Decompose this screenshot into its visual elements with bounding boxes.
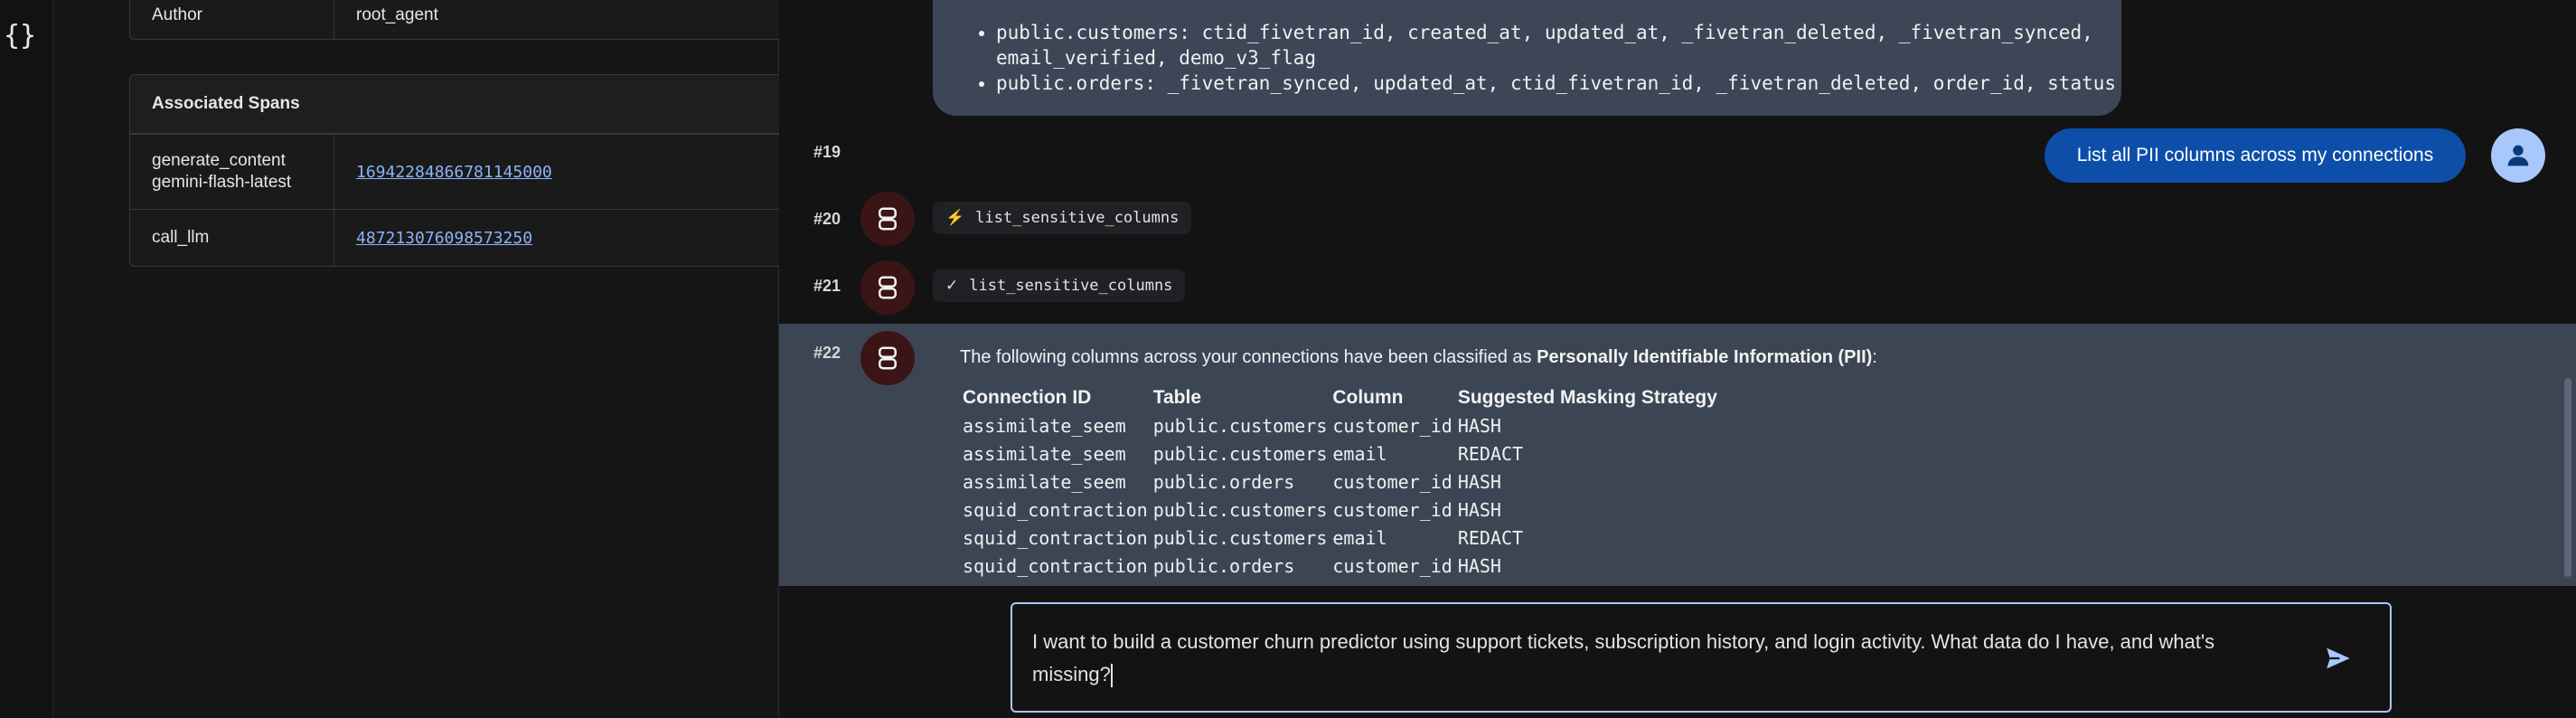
span-id-link[interactable]: 487213076098573250 [356, 229, 532, 248]
send-icon [2327, 647, 2350, 669]
table-header-row: Connection ID Table Column Suggested Mas… [963, 383, 1723, 411]
robot-icon [879, 207, 897, 231]
table-cell: squid_contraction [963, 526, 1148, 549]
details-panel: Author root_agent Associated Spans gener… [53, 0, 811, 718]
function-name: list_sensitive_columns [975, 209, 1180, 227]
span-id-cell: 16942284866781145000 [334, 135, 810, 209]
check-icon: ✓ [945, 277, 959, 294]
user-message-bubble: List all PII columns across my connectio… [2045, 128, 2466, 183]
person-icon [2507, 145, 2529, 166]
json-braces-icon[interactable]: {} [4, 20, 36, 52]
list-item: public.orders: _fivetran_synced, updated… [996, 71, 2121, 96]
scrollbar[interactable] [2564, 378, 2571, 577]
table-cell: public.customers [1152, 526, 1328, 549]
pii-table: Connection ID Table Column Suggested Mas… [963, 383, 1723, 580]
table-cell: assimilate_seem [963, 470, 1126, 493]
table-cell: REDACT [1457, 442, 1524, 465]
function-name: list_sensitive_columns [969, 277, 1173, 295]
info-row-author: Author root_agent [130, 0, 810, 39]
table-row: assimilate_seem public.customers email R… [963, 439, 1723, 468]
span-name: generate_content gemini-flash-latest [130, 135, 334, 209]
event-number[interactable]: #21 [813, 277, 841, 296]
table-cell: HASH [1457, 554, 1501, 577]
event-number[interactable]: #19 [813, 143, 841, 162]
agent-avatar [860, 331, 915, 385]
table-row: squid_contraction public.orders customer… [963, 552, 1723, 580]
table-cell: public.customers [1152, 498, 1328, 521]
table-row: squid_contraction public.customers custo… [963, 496, 1723, 524]
span-name: call_llm [130, 210, 334, 266]
model-response-block: #22 The following columns across your co… [779, 324, 2576, 586]
table-cell: assimilate_seem [963, 414, 1126, 437]
user-avatar [2491, 128, 2545, 183]
intro-bold: Personally Identifiable Information (PII… [1537, 347, 1873, 367]
info-key: Author [130, 0, 334, 39]
table-cell: public.orders [1152, 470, 1295, 493]
input-value: I want to build a customer churn predict… [1032, 630, 2215, 685]
table-cell: REDACT [1457, 526, 1524, 549]
table-cell: squid_contraction [963, 498, 1148, 521]
associated-spans-title: Associated Spans [130, 75, 810, 134]
event-number[interactable]: #22 [813, 344, 841, 363]
table-cell: email [1332, 526, 1387, 549]
event-number[interactable]: #20 [813, 210, 841, 229]
table-cell: squid_contraction [963, 554, 1148, 577]
table-cell: customer_id [1332, 554, 1453, 577]
table-row: assimilate_seem public.orders customer_i… [963, 468, 1723, 496]
associated-spans-table: Associated Spans generate_content gemini… [129, 74, 811, 267]
list-item: public.customers: ctid_fivetran_id, crea… [996, 20, 2121, 71]
table-cell: customer_id [1332, 470, 1453, 493]
table-cell: HASH [1457, 498, 1501, 521]
table-cell: email [1332, 442, 1387, 465]
column-header: Suggested Masking Strategy [1457, 386, 1717, 408]
agent-avatar [860, 260, 915, 315]
table-cell: customer_id [1332, 414, 1453, 437]
span-id-link[interactable]: 16942284866781145000 [356, 163, 552, 182]
robot-icon [879, 276, 897, 299]
info-table: Author root_agent [129, 0, 811, 40]
function-response-chip[interactable]: ✓ list_sensitive_columns [933, 269, 1186, 302]
text-caret [1110, 664, 1113, 688]
column-header: Table [1152, 386, 1201, 408]
table-cell: public.orders [1152, 554, 1295, 577]
model-message-bubble: public.customers: ctid_fivetran_id, crea… [933, 0, 2121, 116]
span-row: generate_content gemini-flash-latest 169… [130, 134, 810, 209]
chat-area: public.customers: ctid_fivetran_id, crea… [779, 0, 2576, 718]
info-value: root_agent [356, 5, 438, 24]
span-row: call_llm 487213076098573250 [130, 209, 810, 266]
left-rail: {} [0, 0, 53, 718]
intro-prefix: The following columns across your connec… [960, 347, 1537, 367]
message-input-text[interactable]: I want to build a customer churn predict… [1032, 626, 2298, 691]
agent-avatar [860, 192, 915, 246]
table-cell: public.customers [1152, 442, 1328, 465]
pii-intro-text: The following columns across your connec… [960, 347, 1877, 368]
table-row: squid_contraction public.customers email… [963, 524, 1723, 552]
bolt-icon: ⚡ [945, 209, 965, 226]
intro-suffix: : [1872, 347, 1877, 367]
robot-icon [879, 346, 897, 370]
span-id-cell: 487213076098573250 [334, 210, 810, 266]
table-row: assimilate_seem public.customers custome… [963, 411, 1723, 439]
send-button[interactable] [2318, 638, 2358, 678]
column-list: public.customers: ctid_fivetran_id, crea… [933, 20, 2121, 96]
function-call-chip[interactable]: ⚡ list_sensitive_columns [933, 202, 1192, 234]
table-cell: HASH [1457, 414, 1501, 437]
table-cell: customer_id [1332, 498, 1453, 521]
table-cell: HASH [1457, 470, 1501, 493]
column-header: Column [1332, 386, 1404, 408]
message-input[interactable]: I want to build a customer churn predict… [1011, 602, 2392, 713]
table-cell: assimilate_seem [963, 442, 1126, 465]
table-cell: public.customers [1152, 414, 1328, 437]
column-header: Connection ID [963, 386, 1092, 408]
